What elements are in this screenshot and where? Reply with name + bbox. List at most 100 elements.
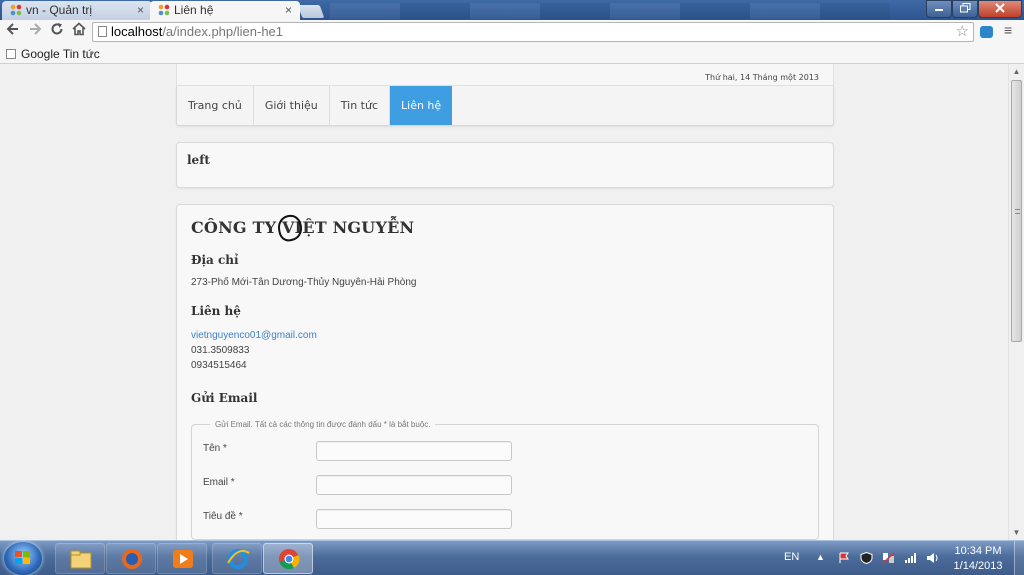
scroll-down-arrow-icon[interactable]: ▼ xyxy=(1009,525,1024,540)
new-tab-button[interactable] xyxy=(297,5,325,18)
scroll-grip-icon xyxy=(1015,209,1020,214)
wifi-signal-icon[interactable] xyxy=(904,552,917,564)
media-player-icon xyxy=(173,550,193,568)
email-label: Email * xyxy=(203,477,235,488)
main-menu: Trang chủ Giới thiệu Tin tức Liên hệ xyxy=(176,86,834,126)
minimize-icon xyxy=(935,9,943,11)
tab-close-icon[interactable]: × xyxy=(285,1,292,19)
subject-input[interactable] xyxy=(316,509,512,529)
reload-button[interactable] xyxy=(47,22,67,42)
address-text: 273-Phố Mới-Tân Dương-Thủy Nguyên-Hải Ph… xyxy=(191,277,417,288)
close-window-button[interactable] xyxy=(978,0,1022,18)
back-button[interactable] xyxy=(3,22,23,42)
start-button[interactable] xyxy=(4,542,42,575)
name-label: Tên * xyxy=(203,443,227,454)
back-arrow-icon xyxy=(6,23,18,35)
close-icon xyxy=(995,3,1005,13)
browser-toolbar: localhost/a/index.php/lien-he1 ☆ ≡ xyxy=(0,20,1024,44)
scroll-up-arrow-icon[interactable]: ▲ xyxy=(1009,64,1024,79)
tab-close-icon[interactable]: × xyxy=(137,1,144,19)
email-input[interactable] xyxy=(316,475,512,495)
taskbar-media-player[interactable] xyxy=(157,543,207,574)
address-bar[interactable]: localhost/a/index.php/lien-he1 ☆ xyxy=(92,22,974,42)
form-row-email: Email * xyxy=(202,475,808,509)
home-button[interactable] xyxy=(69,22,89,42)
language-indicator[interactable]: EN xyxy=(784,551,799,563)
company-name: CÔNG TY VIỆT NGUYỄN xyxy=(191,218,415,237)
scrollbar-thumb[interactable] xyxy=(1011,80,1022,342)
tab-quan-tri[interactable]: vn - Quản trị × xyxy=(2,1,152,20)
contact-details: vietnguyenco01@gmail.com 031.3509833 093… xyxy=(191,328,819,373)
bookmark-label: Google Tin tức xyxy=(21,47,100,61)
form-row-name: Tên * xyxy=(202,441,808,475)
tab-title: Liên hệ xyxy=(174,3,214,17)
left-module: left xyxy=(176,142,834,188)
contact-email-link[interactable]: vietnguyenco01@gmail.com xyxy=(191,328,819,343)
contact-panel: CÔNG TY VIỆT NGUYỄN Địa chỉ 273-Phố Mới-… xyxy=(176,204,834,540)
address-heading: Địa chỉ xyxy=(191,253,239,267)
chrome-icon xyxy=(279,549,300,570)
bookmark-star-icon[interactable]: ☆ xyxy=(956,23,969,41)
taskbar-firefox[interactable] xyxy=(106,543,156,574)
tab-title: vn - Quản trị xyxy=(26,3,93,17)
security-shield-icon[interactable] xyxy=(860,552,873,564)
show-desktop-button[interactable] xyxy=(1014,541,1024,575)
clock-time: 10:34 PM xyxy=(954,545,1002,557)
subject-label: Tiêu đề * xyxy=(203,511,243,522)
menu-item-tin-tuc[interactable]: Tin tức xyxy=(330,86,391,125)
current-date: Thứ hai, 14 Tháng một 2013 xyxy=(705,73,819,82)
windows-logo-icon xyxy=(15,551,31,565)
form-legend: Gửi Email. Tất cả các thông tin được đán… xyxy=(215,420,431,429)
company-heading: CÔNG TY VIỆT NGUYỄN xyxy=(191,212,819,244)
contact-phone: 031.3509833 xyxy=(191,345,250,356)
tab-lien-he[interactable]: Liên hệ × xyxy=(150,1,300,20)
site-container: Thứ hai, 14 Tháng một 2013 Trang chủ Giớ… xyxy=(176,64,834,540)
action-center-flag-icon[interactable] xyxy=(838,552,851,564)
send-email-heading: Gửi Email xyxy=(191,391,258,405)
extension-icon[interactable] xyxy=(980,26,993,38)
home-icon xyxy=(72,22,86,36)
windows-taskbar: EN ▲ 10:34 PM 1/14/2013 xyxy=(0,540,1024,575)
volume-speaker-icon[interactable] xyxy=(926,552,939,564)
maximize-button[interactable] xyxy=(952,0,978,18)
form-row-subject: Tiêu đề * xyxy=(202,509,808,540)
clock-date: 1/14/2013 xyxy=(953,560,1003,572)
bookmark-page-icon xyxy=(6,49,16,59)
taskbar-chrome[interactable] xyxy=(263,543,313,574)
titlebar-background xyxy=(330,3,890,19)
reload-icon xyxy=(51,23,63,35)
contact-mobile: 0934515464 xyxy=(191,360,247,371)
email-form: Gửi Email. Tất cả các thông tin được đán… xyxy=(191,420,819,540)
forward-button[interactable] xyxy=(25,22,45,42)
restore-icon xyxy=(959,3,970,13)
contact-heading: Liên hệ xyxy=(191,304,241,318)
firefox-icon xyxy=(122,549,142,569)
name-input[interactable] xyxy=(316,441,512,461)
page-icon xyxy=(98,26,107,37)
show-hidden-icons-icon[interactable]: ▲ xyxy=(816,552,825,562)
browser-titlebar: vn - Quản trị × Liên hệ × xyxy=(0,0,1024,20)
vertical-scrollbar[interactable]: ▲ ▼ xyxy=(1008,64,1024,540)
taskbar-internet-explorer[interactable] xyxy=(212,543,262,574)
joomla-favicon-icon xyxy=(10,4,22,16)
bookmark-google-tin-tuc[interactable]: Google Tin tức xyxy=(6,45,100,63)
menu-item-lien-he[interactable]: Liên hệ xyxy=(390,86,453,125)
menu-item-gioi-thieu[interactable]: Giới thiệu xyxy=(254,86,330,125)
url-path: /a/index.php/lien-he1 xyxy=(162,24,284,39)
left-module-title: left xyxy=(187,153,210,167)
menu-item-trang-chu[interactable]: Trang chủ xyxy=(177,86,254,125)
joomla-favicon-icon xyxy=(158,4,170,16)
system-clock[interactable]: 10:34 PM 1/14/2013 xyxy=(950,544,1006,574)
network-status-icon[interactable] xyxy=(882,552,895,564)
windows-explorer-icon xyxy=(70,550,92,569)
minimize-button[interactable] xyxy=(926,0,952,18)
taskbar-explorer[interactable] xyxy=(55,543,105,574)
bookmarks-bar: Google Tin tức xyxy=(0,44,1024,64)
system-tray: EN ▲ 10:34 PM 1/14/2013 xyxy=(776,541,1024,575)
chrome-menu-icon[interactable]: ≡ xyxy=(1004,22,1012,38)
forward-arrow-icon xyxy=(30,23,42,35)
internet-explorer-icon xyxy=(227,549,250,569)
url-host: localhost xyxy=(111,24,163,39)
date-bar: Thứ hai, 14 Tháng một 2013 xyxy=(176,64,834,86)
page-viewport: Thứ hai, 14 Tháng một 2013 Trang chủ Giớ… xyxy=(0,64,1008,540)
